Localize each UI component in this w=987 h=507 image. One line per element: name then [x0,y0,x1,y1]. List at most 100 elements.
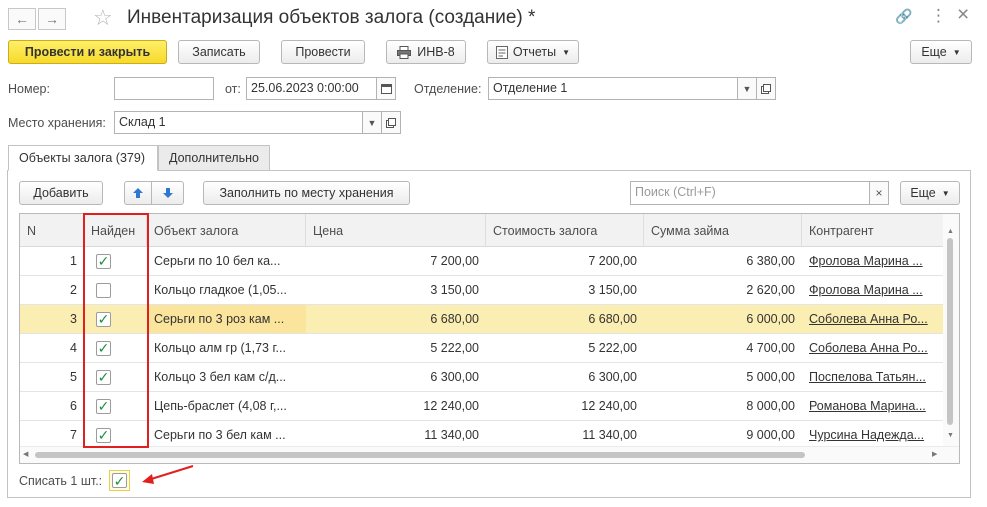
open-icon [761,83,771,94]
cell-pledge-value: 5 222,00 [588,341,637,355]
cell-pledge-value: 6 680,00 [588,312,637,326]
window-title: Инвентаризация объектов залога (создание… [127,7,536,28]
storage-field[interactable]: Склад 1 [114,111,363,134]
calendar-button[interactable] [376,77,396,100]
column-header-price[interactable]: Цена [306,214,486,247]
cell-object: Кольцо 3 бел кам с/д... [154,370,287,384]
back-button[interactable]: ← [8,8,36,30]
cell-counterparty-link[interactable]: Соболева Анна Ро... [802,334,944,362]
table-row[interactable]: 5 ✓ Кольцо 3 бел кам с/д... 6 300,00 6 3… [20,363,944,392]
date-label: от: [225,82,241,96]
number-label: Номер: [8,82,50,96]
storage-label: Место хранения: [8,116,106,130]
move-down-button[interactable] [151,181,184,205]
cell-price: 5 222,00 [430,341,479,355]
highlight-box [83,213,149,448]
branch-open-button[interactable] [756,77,776,100]
cell-n: 2 [70,283,77,297]
column-header-pledge-value[interactable]: Стоимость залога [486,214,644,247]
close-icon[interactable]: × [957,3,969,27]
column-header-object[interactable]: Объект залога [147,214,306,247]
tab-pledge-objects[interactable]: Объекты залога (379) [8,145,158,171]
favorite-star-icon[interactable]: ☆ [93,5,113,31]
column-header-n[interactable]: N [20,214,84,247]
scroll-down-icon[interactable]: ▼ [947,432,954,439]
move-up-button[interactable] [124,181,152,205]
arrow-up-icon [133,188,143,198]
column-header-counterparty[interactable]: Контрагент [802,214,944,247]
write-off-checkbox[interactable]: ✓ [112,473,127,488]
post-and-close-button[interactable]: Провести и закрыть [8,40,167,64]
pledge-objects-table[interactable]: N Найден Объект залога Цена Стоимость за… [19,213,960,464]
cell-object: Серьги по 3 бел кам ... [154,428,286,442]
cell-loan: 4 700,00 [746,341,795,355]
chevron-down-icon: ▼ [367,117,377,128]
cell-n: 5 [70,370,77,384]
cell-price: 6 300,00 [430,370,479,384]
print-inv8-button[interactable]: ИНВ-8 [386,40,466,64]
cell-n: 6 [70,399,77,413]
scroll-left-icon[interactable]: ◀ [23,450,28,458]
more-vertical-icon[interactable]: ⋮ [930,6,947,26]
number-field[interactable] [114,77,214,100]
column-header-loan[interactable]: Сумма займа [644,214,802,247]
post-button[interactable]: Провести [281,40,365,64]
cell-n: 3 [70,312,77,326]
add-button[interactable]: Добавить [19,181,103,205]
vertical-scrollbar[interactable]: ▲ ▼ [943,214,959,447]
cell-counterparty-link[interactable]: Фролова Марина ... [802,276,944,304]
horizontal-scrollbar[interactable]: ◀ ▶ [20,446,959,463]
cell-price: 7 200,00 [430,254,479,268]
cell-loan: 8 000,00 [746,399,795,413]
cell-object: Серьги по 3 роз кам ... [147,305,306,333]
forward-button[interactable]: → [38,8,66,30]
cell-price: 6 680,00 [430,312,479,326]
cell-pledge-value: 11 340,00 [582,428,637,442]
calendar-icon [380,84,392,94]
link-icon[interactable]: 🔗 [895,8,912,25]
search-clear-button[interactable]: × [869,181,889,205]
table-row[interactable]: 1 ✓ Серьги по 10 бел ка... 7 200,00 7 20… [20,247,944,276]
cell-counterparty-link[interactable]: Фролова Марина ... [802,247,944,275]
storage-dropdown-button[interactable]: ▼ [362,111,382,134]
more-button[interactable]: Еще ▼ [910,40,972,64]
cell-pledge-value: 7 200,00 [588,254,637,268]
scroll-up-icon[interactable]: ▲ [947,228,954,235]
table-row[interactable]: 6 ✓ Цепь-браслет (4,08 г,... 12 240,00 1… [20,392,944,421]
tab-additional[interactable]: Дополнительно [158,145,270,171]
table-more-label: Еще [910,186,936,200]
branch-dropdown-button[interactable]: ▼ [737,77,757,100]
cell-counterparty-link[interactable]: Чурсина Надежда... [802,421,944,449]
table-row-selected[interactable]: 3 ✓ Серьги по 3 роз кам ... 6 680,00 6 6… [20,305,944,334]
table-more-button[interactable]: Еще ▼ [900,181,960,205]
table-row[interactable]: 2 Кольцо гладкое (1,05... 3 150,00 3 150… [20,276,944,305]
horizontal-scroll-thumb[interactable] [35,452,805,458]
reports-button[interactable]: Отчеты ▼ [487,40,579,64]
scroll-right-icon[interactable]: ▶ [932,450,937,458]
chevron-down-icon: ▼ [742,83,752,94]
search-input[interactable]: Поиск (Ctrl+F) [630,181,870,205]
table-row[interactable]: 4 ✓ Кольцо алм гр (1,73 г... 5 222,00 5 … [20,334,944,363]
cell-price: 11 340,00 [424,428,479,442]
fill-by-storage-button[interactable]: Заполнить по месту хранения [203,181,410,205]
vertical-scroll-thumb[interactable] [947,238,953,425]
write-off-checkbox-focus[interactable]: ✓ [109,470,130,491]
cell-price: 12 240,00 [423,399,479,413]
cell-n: 7 [70,428,77,442]
report-icon [495,45,508,59]
cell-n: 1 [70,254,77,268]
date-field[interactable]: 25.06.2023 0:00:00 [246,77,377,100]
save-button[interactable]: Записать [178,40,260,64]
cell-counterparty-link[interactable]: Романова Марина... [802,392,944,420]
cell-object: Серьги по 10 бел ка... [154,254,281,268]
branch-field[interactable]: Отделение 1 [488,77,738,100]
cell-object: Кольцо гладкое (1,05... [154,283,287,297]
cell-object: Цепь-браслет (4,08 г,... [154,399,287,413]
cell-price: 3 150,00 [430,283,479,297]
storage-open-button[interactable] [381,111,401,134]
arrow-left-icon: ← [15,11,29,27]
arrow-down-icon [162,188,173,198]
cell-counterparty-link[interactable]: Соболева Анна Ро... [802,305,944,333]
cell-n: 4 [70,341,77,355]
cell-counterparty-link[interactable]: Поспелова Татьян... [802,363,944,391]
